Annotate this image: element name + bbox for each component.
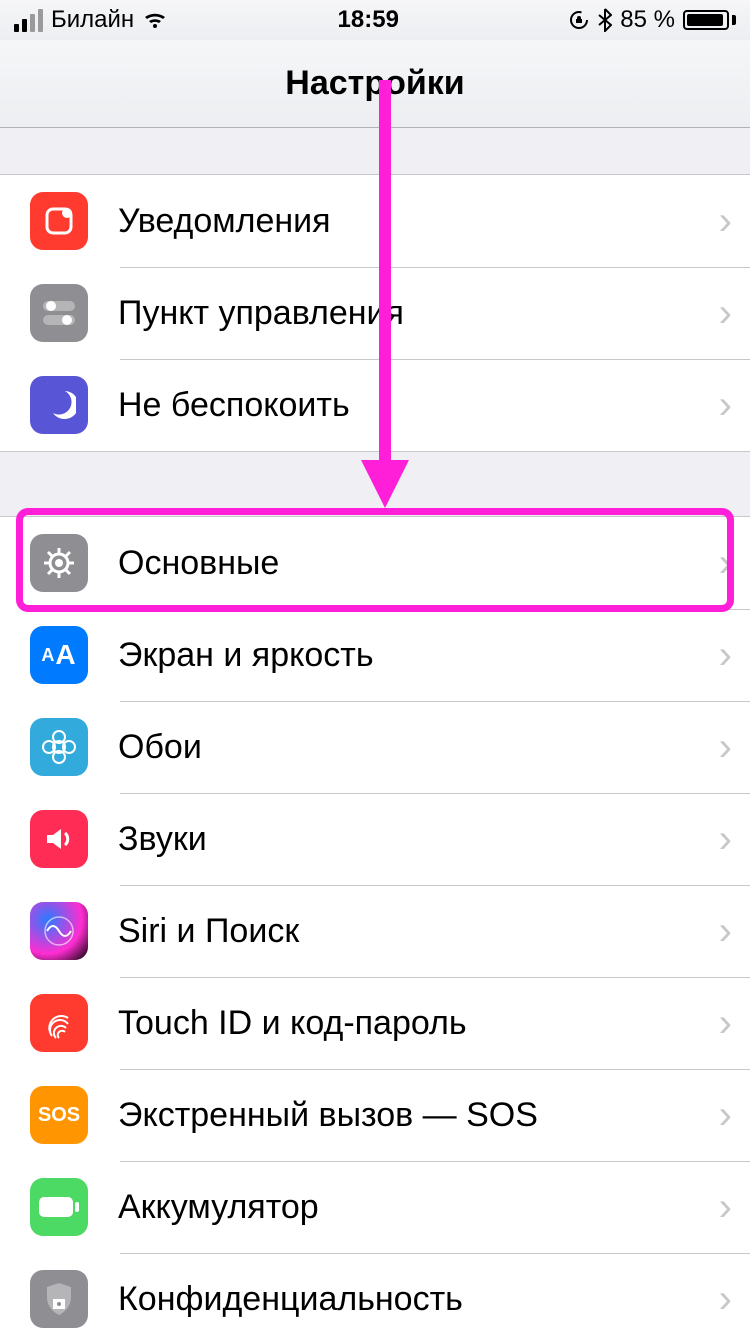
row-label: Экран и яркость — [88, 636, 710, 675]
settings-group-2: Основные › AA Экран и яркость › Обои › З… — [0, 516, 750, 1334]
notifications-icon — [30, 192, 88, 250]
group-gap — [0, 128, 750, 174]
privacy-icon — [30, 1270, 88, 1328]
page-title: Настройки — [285, 64, 464, 103]
row-privacy[interactable]: Конфиденциальность › — [0, 1253, 750, 1334]
row-sos[interactable]: SOS Экстренный вызов — SOS › — [0, 1069, 750, 1161]
row-label: Основные — [88, 544, 710, 583]
row-label: Не беспокоить — [88, 386, 710, 425]
orientation-lock-icon — [568, 9, 590, 31]
chevron-right-icon: › — [710, 1185, 750, 1230]
row-general[interactable]: Основные › — [0, 517, 750, 609]
dnd-icon — [30, 376, 88, 434]
general-icon — [30, 534, 88, 592]
chevron-right-icon: › — [710, 1093, 750, 1138]
chevron-right-icon: › — [710, 1277, 750, 1322]
chevron-right-icon: › — [710, 1001, 750, 1046]
status-bar: Билайн 18:59 85 % — [0, 0, 750, 40]
controlcenter-icon — [30, 284, 88, 342]
touchid-icon — [30, 994, 88, 1052]
row-notifications[interactable]: Уведомления › — [0, 175, 750, 267]
row-label: Обои — [88, 728, 710, 767]
battery-percent: 85 % — [620, 6, 675, 34]
status-left: Билайн — [14, 6, 168, 34]
row-label: Конфиденциальность — [88, 1280, 710, 1319]
carrier-label: Билайн — [51, 6, 134, 34]
nav-bar: Настройки — [0, 40, 750, 128]
row-label: Touch ID и код-пароль — [88, 1004, 710, 1043]
siri-icon — [30, 902, 88, 960]
row-label: Siri и Поиск — [88, 912, 710, 951]
chevron-right-icon: › — [710, 541, 750, 586]
row-siri[interactable]: Siri и Поиск › — [0, 885, 750, 977]
row-label: Аккумулятор — [88, 1188, 710, 1227]
sos-icon: SOS — [30, 1086, 88, 1144]
chevron-right-icon: › — [710, 633, 750, 678]
row-dnd[interactable]: Не беспокоить › — [0, 359, 750, 451]
chevron-right-icon: › — [710, 291, 750, 336]
wifi-icon — [142, 10, 168, 30]
row-label: Экстренный вызов — SOS — [88, 1096, 710, 1135]
row-label: Звуки — [88, 820, 710, 859]
row-controlcenter[interactable]: Пункт управления › — [0, 267, 750, 359]
chevron-right-icon: › — [710, 725, 750, 770]
sounds-icon — [30, 810, 88, 868]
group-gap — [0, 452, 750, 516]
row-touchid[interactable]: Touch ID и код-пароль › — [0, 977, 750, 1069]
battery-icon — [683, 10, 736, 30]
status-time: 18:59 — [338, 6, 399, 34]
display-icon: AA — [30, 626, 88, 684]
row-display[interactable]: AA Экран и яркость › — [0, 609, 750, 701]
row-battery[interactable]: Аккумулятор › — [0, 1161, 750, 1253]
row-sounds[interactable]: Звуки › — [0, 793, 750, 885]
chevron-right-icon: › — [710, 383, 750, 428]
row-wallpaper[interactable]: Обои › — [0, 701, 750, 793]
chevron-right-icon: › — [710, 909, 750, 954]
row-label: Уведомления — [88, 202, 710, 241]
signal-icon — [14, 9, 43, 32]
battery-row-icon — [30, 1178, 88, 1236]
row-label: Пункт управления — [88, 294, 710, 333]
status-right: 85 % — [568, 6, 736, 34]
wallpaper-icon — [30, 718, 88, 776]
chevron-right-icon: › — [710, 199, 750, 244]
settings-group-1: Уведомления › Пункт управления › Не бесп… — [0, 174, 750, 452]
chevron-right-icon: › — [710, 817, 750, 862]
bluetooth-icon — [598, 8, 612, 32]
